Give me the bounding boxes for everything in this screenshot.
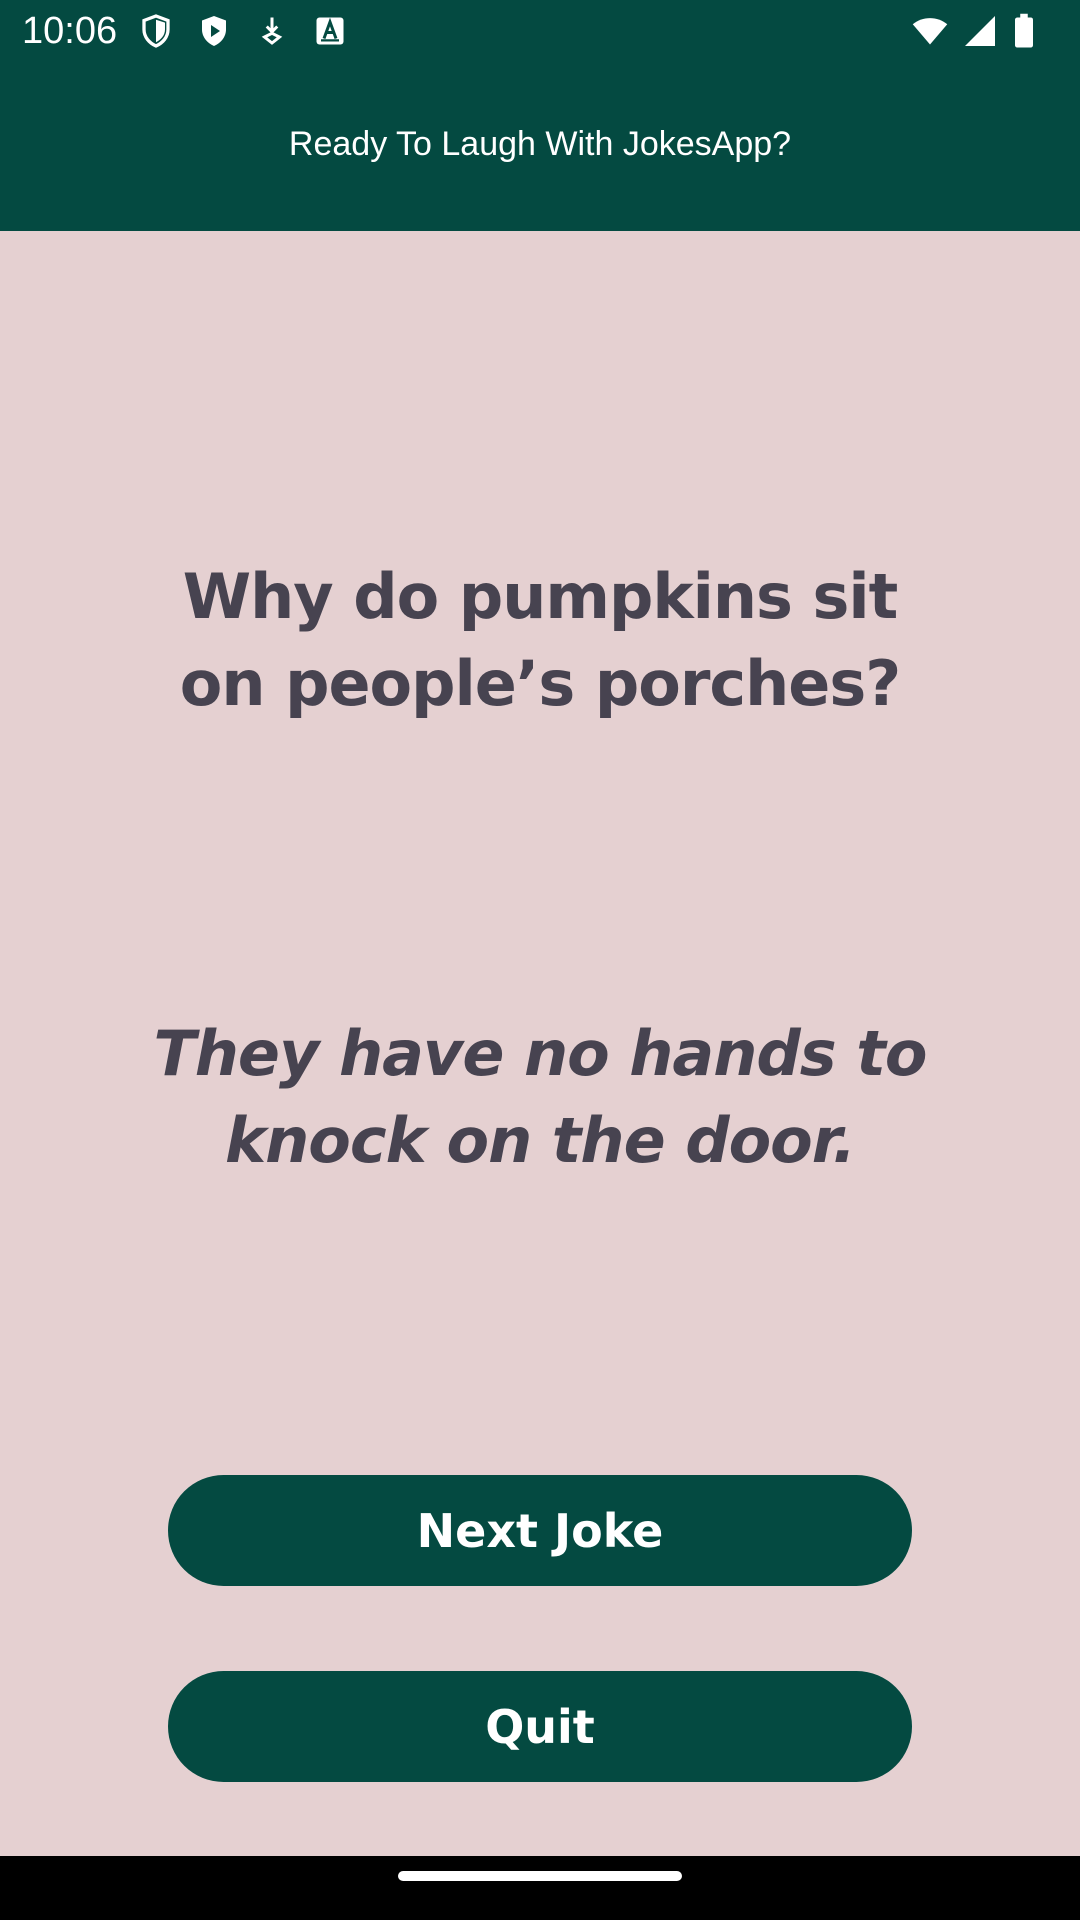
status-bar: 10:06 bbox=[0, 0, 1080, 63]
next-joke-button[interactable]: Next Joke bbox=[168, 1475, 912, 1586]
app-title: Ready To Laugh With JokesApp? bbox=[288, 125, 792, 163]
navigation-bar bbox=[0, 1856, 1080, 1920]
signal-icon bbox=[962, 13, 998, 49]
shield-icon bbox=[138, 13, 174, 49]
joke-answer: They have no hands to knock on the door. bbox=[153, 1017, 927, 1177]
quit-button[interactable]: Quit bbox=[168, 1671, 912, 1782]
joke-question: Why do pumpkins sit on people’s porches? bbox=[179, 560, 901, 720]
play-shield-icon bbox=[196, 13, 232, 49]
jokes-screen: 10:06 Ready To Laugh With JokesApp? Why … bbox=[0, 0, 1080, 1920]
status-icons-left bbox=[138, 12, 348, 50]
home-indicator[interactable] bbox=[398, 1871, 682, 1881]
wifi-icon bbox=[912, 13, 948, 49]
download-icon bbox=[254, 13, 290, 49]
status-time: 10:06 bbox=[22, 10, 118, 52]
font-a-icon bbox=[312, 13, 348, 49]
app-bar: Ready To Laugh With JokesApp? bbox=[0, 63, 1080, 231]
battery-icon bbox=[1012, 13, 1036, 49]
status-icons-right bbox=[912, 12, 1036, 50]
